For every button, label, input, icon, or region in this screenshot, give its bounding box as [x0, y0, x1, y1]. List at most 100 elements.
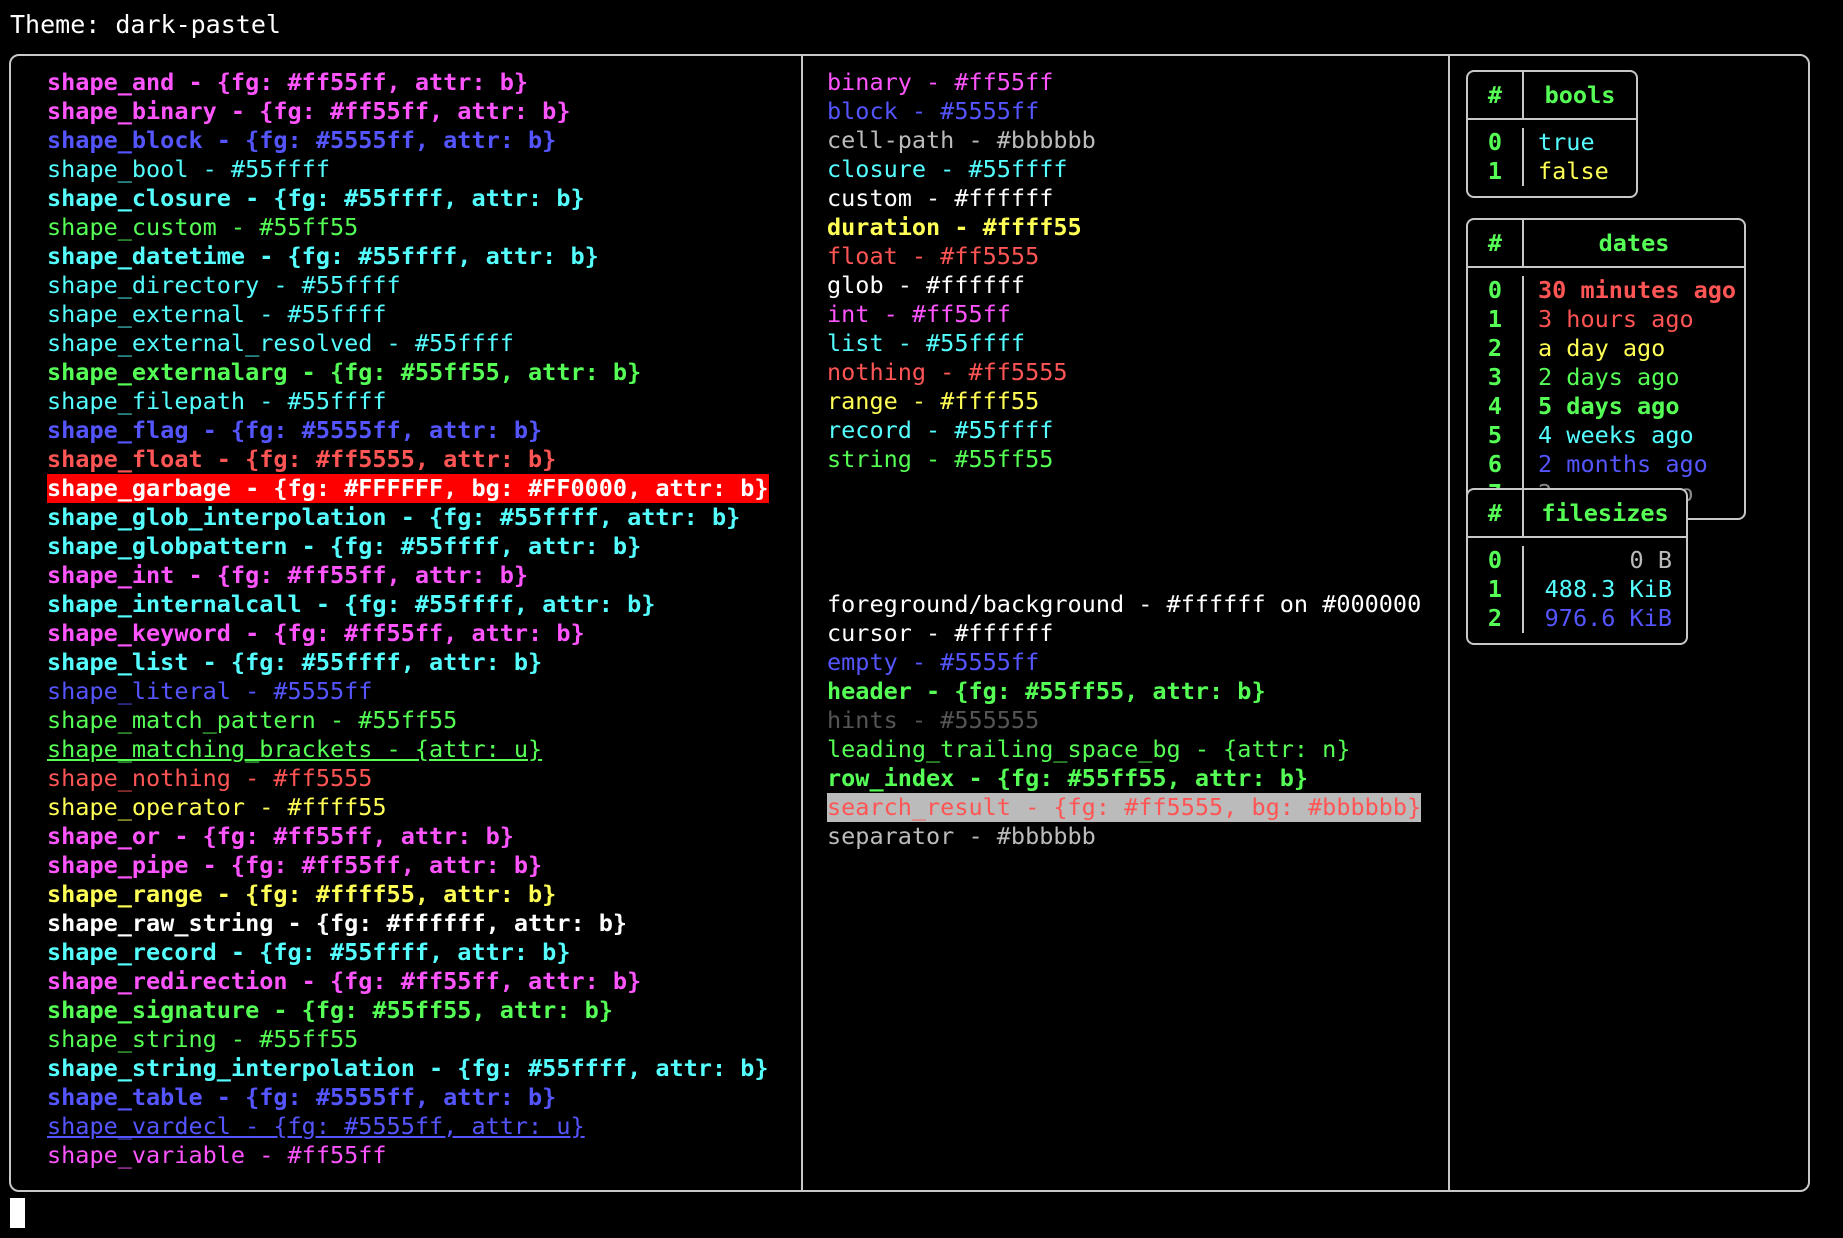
row-value: 3 hours ago — [1538, 305, 1694, 333]
type-entry: block - #5555ff — [827, 97, 1040, 125]
type-entry: range - #ffff55 — [827, 387, 1040, 415]
row-value: 0 B — [1629, 546, 1672, 574]
shape-entry: shape_match_pattern - #55ff55 — [47, 706, 458, 734]
table-filesizes: # filesizes 0 0 B 1 488.3 KiB 2 976.6 KiB — [1466, 488, 1688, 645]
shape-entry: shape_binary - {fg: #ff55ff, attr: b} — [47, 97, 571, 125]
shape-entry: shape_external - #55ffff — [47, 300, 387, 328]
table-row: 0 true — [1468, 128, 1636, 157]
shape-entry: shape_custom - #55ff55 — [47, 213, 359, 241]
shape-entry: shape_closure - {fg: #55ffff, attr: b} — [47, 184, 585, 212]
shape-entry: shape_record - {fg: #55ffff, attr: b} — [47, 938, 571, 966]
shape-entry: shape_vardecl - {fg: #5555ff, attr: u} — [47, 1112, 585, 1140]
shape-entry: shape_range - {fg: #ffff55, attr: b} — [47, 880, 557, 908]
samples-column: # bools 0 true 1 false # dates 0 30 minutes ago 1 3… — [1452, 56, 1808, 1190]
column-header-index: # — [1487, 80, 1503, 109]
shape-entry: shape_internalcall - {fg: #55ffff, attr:… — [47, 590, 656, 618]
shape-entry: shape_table - {fg: #5555ff, attr: b} — [47, 1083, 557, 1111]
table-dates: # dates 0 30 minutes ago 1 3 hours ago 2 a day … — [1466, 218, 1746, 520]
shape-entry: shape_variable - #ff55ff — [47, 1141, 387, 1169]
table-row: 1 false — [1468, 157, 1636, 186]
terminal-cursor — [10, 1198, 25, 1228]
ui-element-entry: row_index - {fg: #55ff55, attr: b} — [827, 764, 1309, 792]
shape-entry: shape_external_resolved - #55ffff — [47, 329, 514, 357]
row-index: 1 — [1487, 157, 1503, 185]
shapes-column: shape_and - {fg: #ff55ff, attr: b} shape_… — [13, 56, 801, 1190]
type-entry: nothing - #ff5555 — [827, 358, 1068, 386]
shape-entry: shape_bool - #55ffff — [47, 155, 330, 183]
column-header-index: # — [1487, 228, 1503, 257]
ui-element-entry: search_result - {fg: #ff5555, bg: #bbbbb… — [827, 793, 1422, 822]
table-row: 2 a day ago — [1468, 334, 1744, 363]
shape-entry: shape_or - {fg: #ff55ff, attr: b} — [47, 822, 514, 850]
shape-entry: shape_externalarg - {fg: #55ff55, attr: … — [47, 358, 642, 386]
column-divider-2 — [1448, 56, 1450, 1190]
ui-element-entry: separator - #bbbbbb — [827, 822, 1096, 850]
row-value: 2 days ago — [1538, 363, 1680, 391]
shape-entry: shape_nothing - #ff5555 — [47, 764, 373, 792]
types-list: binary - #ff55ff block - #5555ff cell-path… — [805, 56, 1422, 851]
row-index: 3 — [1487, 363, 1503, 391]
row-value: a day ago — [1538, 334, 1666, 362]
ui-element-entry: hints - #555555 — [827, 706, 1040, 734]
shape-entry: shape_raw_string - {fg: #ffffff, attr: b… — [47, 909, 628, 937]
row-index: 5 — [1487, 421, 1503, 449]
shape-entry: shape_filepath - #55ffff — [47, 387, 387, 415]
shape-entry: shape_glob_interpolation - {fg: #55ffff,… — [47, 503, 741, 531]
table-row: 5 4 weeks ago — [1468, 421, 1744, 450]
shape-entry: shape_string_interpolation - {fg: #55fff… — [47, 1054, 769, 1082]
type-entry: string - #55ff55 — [827, 445, 1054, 473]
type-entry: int - #ff55ff — [827, 300, 1011, 328]
shape-entry: shape_redirection - {fg: #ff55ff, attr: … — [47, 967, 642, 995]
table-header-row: # bools — [1468, 72, 1636, 120]
row-value: 4 weeks ago — [1538, 421, 1694, 449]
row-index: 0 — [1487, 128, 1503, 156]
row-index: 2 — [1487, 604, 1503, 632]
terminal-screen: Theme: dark-pastel shape_and - {fg: #ff5… — [0, 0, 1843, 1238]
row-index: 2 — [1487, 334, 1503, 362]
shape-entry: shape_pipe - {fg: #ff55ff, attr: b} — [47, 851, 543, 879]
row-index: 0 — [1487, 276, 1503, 304]
type-entry: float - #ff5555 — [827, 242, 1040, 270]
row-index: 1 — [1487, 575, 1503, 603]
shape-entry: shape_signature - {fg: #55ff55, attr: b} — [47, 996, 613, 1024]
column-header-value: bools — [1544, 80, 1616, 109]
table-row: 1 3 hours ago — [1468, 305, 1744, 334]
shape-entry: shape_and - {fg: #ff55ff, attr: b} — [47, 68, 529, 96]
type-entry: closure - #55ffff — [827, 155, 1068, 183]
ui-element-entry: empty - #5555ff — [827, 648, 1040, 676]
theme-preview-frame: shape_and - {fg: #ff55ff, attr: b} shape_… — [9, 54, 1810, 1192]
shape-entry: shape_flag - {fg: #5555ff, attr: b} — [47, 416, 543, 444]
shape-entry: shape_string - #55ff55 — [47, 1025, 359, 1053]
shape-entry: shape_operator - #ffff55 — [47, 793, 387, 821]
row-value: true — [1538, 128, 1595, 156]
table-row: 4 5 days ago — [1468, 392, 1744, 421]
ui-element-entry: header - {fg: #55ff55, attr: b} — [827, 677, 1266, 705]
type-entry: glob - #ffffff — [827, 271, 1026, 299]
shape-entry: shape_float - {fg: #ff5555, attr: b} — [47, 445, 557, 473]
type-entry: list - #55ffff — [827, 329, 1026, 357]
shape-entry: shape_literal - #5555ff — [47, 677, 373, 705]
ui-element-entry: foreground/background - #ffffff on #0000… — [827, 590, 1422, 618]
column-header-index: # — [1487, 498, 1503, 527]
ui-element-entry: cursor - #ffffff — [827, 619, 1054, 647]
table-body: 0 0 B 1 488.3 KiB 2 976.6 KiB — [1468, 538, 1686, 643]
table-row: 2 976.6 KiB — [1468, 604, 1686, 633]
theme-label: Theme: dark-pastel — [10, 10, 281, 39]
type-entry: record - #55ffff — [827, 416, 1054, 444]
table-row: 3 2 days ago — [1468, 363, 1744, 392]
table-body: 0 30 minutes ago 1 3 hours ago 2 a day ago 3 2 … — [1468, 268, 1744, 518]
table-row: 1 488.3 KiB — [1468, 575, 1686, 604]
table-row: 6 2 months ago — [1468, 450, 1744, 479]
shapes-list: shape_and - {fg: #ff55ff, attr: b} shape_… — [13, 56, 769, 1170]
shape-entry: shape_block - {fg: #5555ff, attr: b} — [47, 126, 557, 154]
table-header-row: # filesizes — [1468, 490, 1686, 538]
column-header-value: dates — [1598, 228, 1670, 257]
row-value: 976.6 KiB — [1544, 604, 1672, 632]
table-bools: # bools 0 true 1 false — [1466, 70, 1638, 198]
row-index: 4 — [1487, 392, 1503, 420]
row-index: 0 — [1487, 546, 1503, 574]
table-body: 0 true 1 false — [1468, 120, 1636, 196]
table-row: 0 0 B — [1468, 546, 1686, 575]
types-column: binary - #ff55ff block - #5555ff cell-path… — [805, 56, 1448, 1190]
type-entry: cell-path - #bbbbbb — [827, 126, 1096, 154]
